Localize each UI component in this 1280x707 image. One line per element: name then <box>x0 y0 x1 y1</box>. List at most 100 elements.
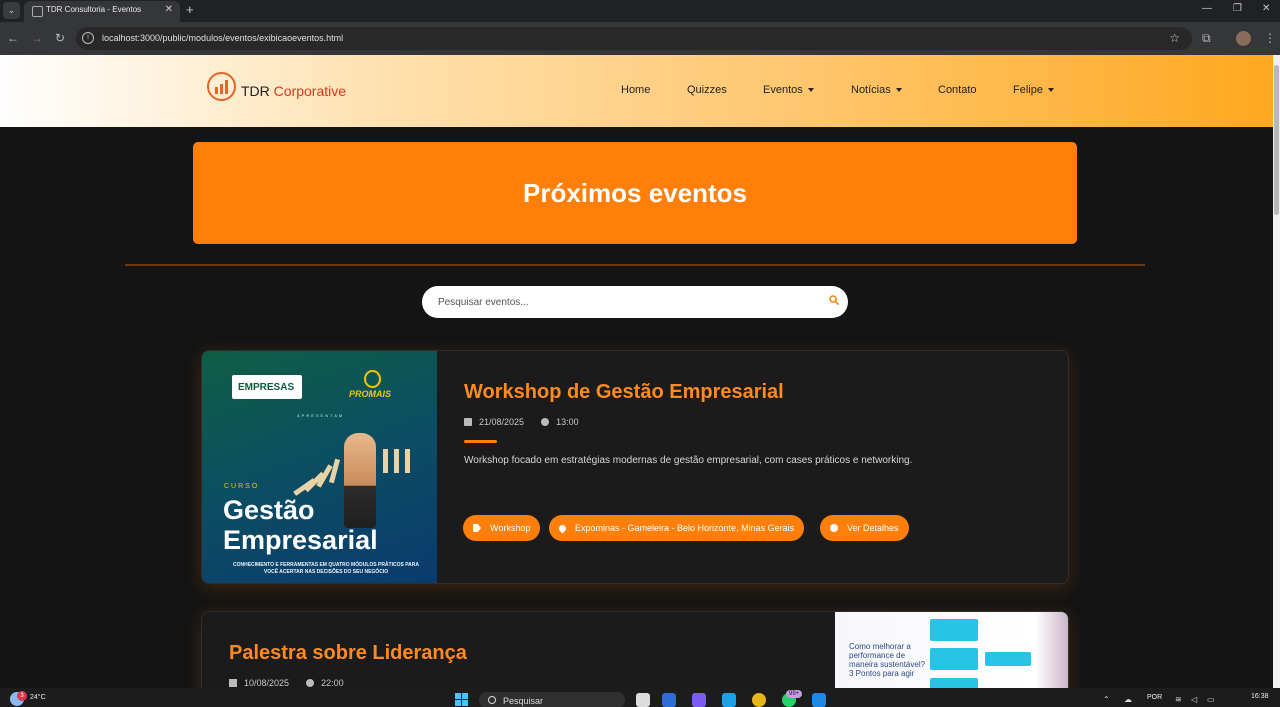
tab-close-icon[interactable]: ✕ <box>165 4 173 15</box>
event-description: Workshop focado em estratégias modernas … <box>464 455 913 466</box>
event-card: EMPRESAS PROMAIS APRESENTAM CURSO Gestão… <box>201 350 1069 584</box>
wifi-icon[interactable]: ≋ <box>1175 695 1182 704</box>
bulb-icon <box>364 370 381 388</box>
caret-down-icon <box>807 88 814 93</box>
chrome-icon[interactable] <box>752 693 766 707</box>
window-close-icon[interactable]: ✕ <box>1262 3 1270 14</box>
event-meta: 10/08/2025 22:00 <box>229 678 344 688</box>
taskbar-search[interactable]: Pesquisar <box>479 692 625 707</box>
event-date: 10/08/2025 <box>244 678 290 688</box>
search-icon <box>488 696 496 704</box>
minimize-icon[interactable]: — <box>1202 3 1212 14</box>
domino <box>383 449 388 473</box>
search-icon[interactable] <box>829 295 839 305</box>
view-details-label: Ver Detalhes <box>847 523 899 533</box>
event-time: 13:00 <box>556 417 579 427</box>
poster-partner: PROMAIS <box>349 389 392 399</box>
search-input[interactable] <box>438 286 818 318</box>
poster-title-line2: Empresarial <box>223 525 378 555</box>
event-title[interactable]: Palestra sobre Liderança <box>229 642 467 665</box>
nav-quizzes[interactable]: Quizzes <box>687 84 727 96</box>
vscode-icon[interactable] <box>812 693 826 707</box>
edge-icon[interactable] <box>722 693 736 707</box>
browser-toolbar: ← → ↻ i localhost:3000/public/modulos/ev… <box>0 22 1280 55</box>
slide-text: Como melhorar a performance de maneira s… <box>849 642 926 678</box>
site-info-icon[interactable]: i <box>82 32 94 44</box>
poster-title-line1: Gestão <box>223 495 315 525</box>
event-title[interactable]: Workshop de Gestão Empresarial <box>464 381 784 404</box>
bookmark-star-icon[interactable]: ☆ <box>1169 31 1180 45</box>
slide-box <box>930 619 978 641</box>
tab-search-icon[interactable]: ⌄ <box>3 2 20 19</box>
calendar-icon <box>464 418 472 426</box>
nav-user-label: Felipe <box>1013 84 1043 96</box>
event-location-tag[interactable]: Expominas - Gameleira - Belo Horizonte, … <box>549 515 805 541</box>
page-title: Próximos eventos <box>523 178 747 208</box>
section-divider <box>125 264 1145 266</box>
search-bar <box>422 286 848 318</box>
volume-icon[interactable]: ◁ <box>1191 695 1197 704</box>
slide-box <box>930 648 978 670</box>
event-meta: 21/08/2025 13:00 <box>464 417 579 427</box>
domino <box>394 449 399 473</box>
caret-down-icon <box>1047 88 1054 93</box>
back-icon[interactable]: ← <box>7 31 19 45</box>
forward-icon[interactable]: → <box>31 31 43 45</box>
notification-badge: 99+ <box>786 690 803 698</box>
poster-subtitle: CONHECIMENTO E FERRAMENTAS EM QUATRO MÓD… <box>232 562 420 575</box>
scrollbar-thumb[interactable] <box>1274 65 1279 215</box>
reload-icon[interactable]: ↻ <box>55 31 65 45</box>
windows-start-icon[interactable] <box>455 693 469 707</box>
event-category: Workshop <box>490 523 531 533</box>
event-poster-image: EMPRESAS PROMAIS APRESENTAM CURSO Gestão… <box>202 351 437 583</box>
tray-chevron-icon[interactable]: ⌃ <box>1103 695 1110 704</box>
nav-home[interactable]: Home <box>621 84 650 96</box>
tray-app-icon[interactable]: ☁ <box>1124 695 1132 704</box>
poster-title: Gestão Empresarial <box>223 495 378 555</box>
event-date: 21/08/2025 <box>479 417 525 427</box>
tab-title: TDR Consultoria - Eventos <box>46 5 142 14</box>
temperature[interactable]: 24°C <box>30 694 46 701</box>
extensions-icon[interactable]: ⧉ <box>1202 31 1211 46</box>
restore-icon[interactable]: ❐ <box>1233 3 1242 14</box>
language-indicator[interactable]: POR <box>1147 694 1162 701</box>
favicon-icon <box>32 6 43 17</box>
url-text[interactable]: localhost:3000/public/modulos/eventos/ex… <box>102 33 343 43</box>
poster-course-label: CURSO <box>224 483 260 490</box>
brand-logo-icon[interactable] <box>207 72 236 101</box>
browser-tab-bar: ⌄ TDR Consultoria - Eventos ✕ + — ❐ ✕ <box>0 0 1280 22</box>
tag-icon <box>473 524 481 532</box>
avatar[interactable] <box>1236 31 1251 46</box>
map-pin-icon <box>557 523 568 534</box>
new-tab-icon[interactable]: + <box>186 2 194 17</box>
domino <box>328 458 341 484</box>
brand-name-main: TDR <box>241 83 270 99</box>
nav-eventos-dropdown[interactable]: Eventos <box>763 84 814 96</box>
brand-name[interactable]: TDR Corporative <box>241 83 346 99</box>
task-view-icon[interactable] <box>636 693 650 707</box>
page-scrollbar[interactable] <box>1273 55 1280 688</box>
nav-contato[interactable]: Contato <box>938 84 977 96</box>
clock-time[interactable]: 16:38 <box>1251 693 1269 700</box>
caret-down-icon <box>895 88 902 93</box>
clock-icon <box>306 679 315 687</box>
app-icon[interactable] <box>662 693 676 707</box>
nav-user-dropdown[interactable]: Felipe <box>1013 84 1054 96</box>
domino <box>405 449 410 473</box>
battery-icon[interactable]: ▭ <box>1207 695 1215 704</box>
brand-name-accent: Corporative <box>273 83 347 99</box>
event-location: Expominas - Gameleira - Belo Horizonte, … <box>575 523 795 533</box>
taskbar-search-label: Pesquisar <box>503 696 544 706</box>
address-bar[interactable]: i localhost:3000/public/modulos/eventos/… <box>76 27 1192 50</box>
hero-banner: Próximos eventos <box>193 142 1077 244</box>
poster-badge-text: EMPRESAS <box>238 382 295 393</box>
browser-menu-icon[interactable]: ⋮ <box>1264 31 1276 45</box>
nav-noticias-dropdown[interactable]: Notícias <box>851 84 902 96</box>
app-icon[interactable] <box>692 693 706 707</box>
info-icon <box>830 524 838 532</box>
browser-tab-active[interactable]: TDR Consultoria - Eventos ✕ <box>24 1 180 22</box>
calendar-icon <box>229 679 237 687</box>
event-category-tag[interactable]: Workshop <box>463 515 541 541</box>
view-details-button[interactable]: Ver Detalhes <box>820 515 909 541</box>
site-navbar: TDR Corporative Home Quizzes Eventos Not… <box>0 55 1273 127</box>
